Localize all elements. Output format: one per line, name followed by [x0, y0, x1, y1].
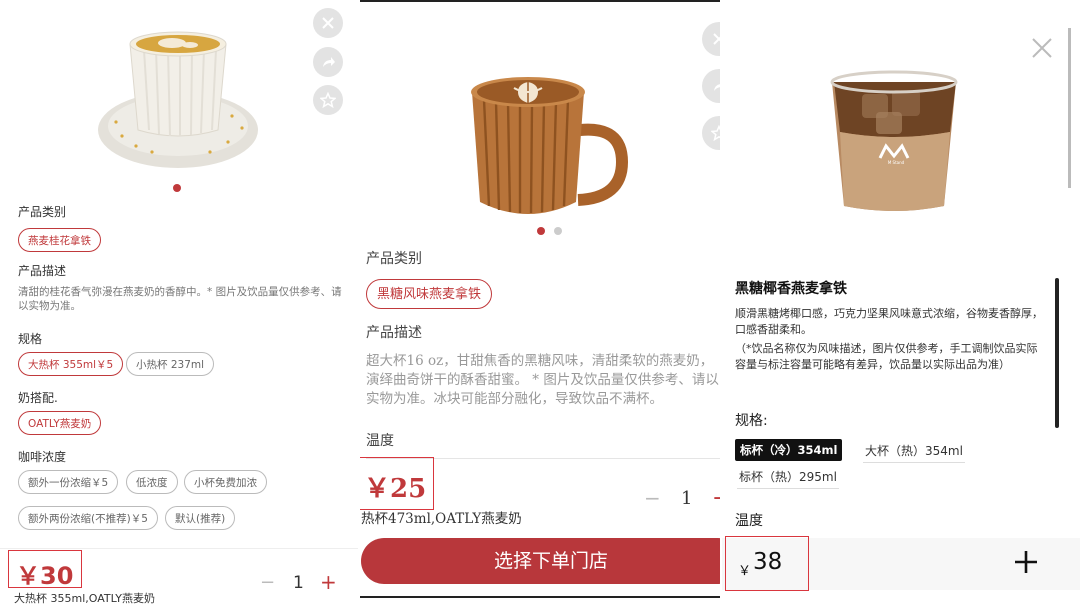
selection-summary: 热杯473ml,OATLY燕麦奶	[361, 511, 522, 527]
category-tag[interactable]: 燕麦桂花拿铁	[18, 228, 101, 252]
cup-logo-caption: M Stand	[887, 160, 905, 165]
bottom-divider	[0, 548, 358, 549]
product-panel-coconut: M Stand 黑糖椰香燕麦拿铁 顺滑黑糖烤椰口感，巧克力坚果风味意式浓缩，谷物…	[722, 0, 1080, 608]
strength-option-double-shot[interactable]: 额外两份浓缩(不推荐)￥5	[18, 506, 158, 530]
bottom-edge-line	[360, 596, 720, 598]
strength-option-low[interactable]: 低浓度	[126, 470, 178, 494]
minus-button[interactable]: −	[260, 572, 275, 593]
share-icon[interactable]	[313, 47, 343, 77]
currency-symbol: ￥	[738, 564, 752, 579]
description-title: 产品描述	[18, 264, 67, 278]
close-icon[interactable]	[702, 22, 720, 56]
description-text: 清甜的桂花香气弥漫在燕麦奶的香醇中。* 图片及饮品量仅供参考、请以实物为准。	[18, 286, 342, 312]
price: ￥25	[364, 474, 427, 504]
strength-option-free-boost[interactable]: 小杯免费加浓	[184, 470, 267, 494]
category-tag[interactable]: 黑糖风味燕麦拿铁	[366, 279, 493, 309]
coconut-latte-image	[830, 70, 958, 211]
osmanthus-latte-image	[98, 31, 258, 168]
star-icon[interactable]	[702, 116, 720, 150]
plus-button[interactable]: +	[320, 570, 337, 594]
plus-button[interactable]: +	[712, 486, 720, 511]
top-edge-line	[360, 0, 720, 2]
spec-option-large[interactable]: 大热杯 355ml￥5	[18, 352, 124, 376]
spec-option-hot-large[interactable]: 大杯（热）354ml	[863, 442, 965, 463]
product-panel-brown-sugar: 产品类别 黑糖风味燕麦拿铁 产品描述 超大杯16 oz，甘甜焦香的黑糖风味，清甜…	[360, 0, 720, 608]
spec-option-hot-standard[interactable]: 标杯（热）295ml	[737, 468, 839, 489]
star-icon[interactable]	[313, 85, 343, 115]
share-icon[interactable]	[702, 69, 720, 103]
temperature-title: 温度	[735, 513, 763, 529]
price: 38	[753, 549, 783, 575]
plus-button[interactable]	[1013, 549, 1039, 579]
spec-title: 规格:	[735, 413, 768, 429]
select-store-button[interactable]: 选择下单门店	[361, 538, 720, 584]
carousel-dot-active[interactable]	[537, 227, 545, 235]
category-title: 产品类别	[366, 251, 422, 267]
temperature-title: 温度	[366, 433, 394, 449]
description-title: 产品描述	[366, 325, 422, 341]
description-text: 超大杯16 oz，甘甜焦香的黑糖风味，清甜柔软的燕麦奶，演绎曲奇饼干的酥香甜蜜。…	[366, 353, 719, 407]
carousel-dot[interactable]	[554, 227, 562, 235]
selection-summary: 大热杯 355ml,OATLY燕麦奶	[14, 592, 156, 605]
close-icon[interactable]	[1030, 36, 1054, 64]
minus-button[interactable]: −	[644, 486, 661, 510]
spec-title: 规格	[18, 332, 43, 346]
product-name: 黑糖椰香燕麦拿铁	[735, 281, 847, 297]
spec-option-cold-standard[interactable]: 标杯（冷）354ml	[735, 439, 843, 461]
quantity-value: 1	[681, 488, 693, 509]
strength-option-default[interactable]: 默认(推荐)	[165, 506, 236, 530]
milk-title: 奶搭配.	[18, 391, 58, 405]
spec-option-small[interactable]: 小热杯 237ml	[126, 352, 215, 376]
product-panel-osmanthus: 产品类别 燕麦桂花拿铁 产品描述 清甜的桂花香气弥漫在燕麦奶的香醇中。* 图片及…	[0, 0, 358, 608]
quantity-value: 1	[293, 573, 304, 593]
price: ￥30	[16, 562, 74, 590]
product-description: 顺滑黑糖烤椰口感，巧克力坚果风味意式浓缩，谷物麦香醇厚，口感香甜柔和。	[735, 307, 1043, 336]
scrollbar[interactable]	[1055, 278, 1059, 428]
category-title: 产品类别	[18, 205, 67, 219]
close-icon[interactable]	[313, 8, 343, 38]
carousel-dot-active[interactable]	[173, 184, 181, 192]
strength-option-extra-shot[interactable]: 额外一份浓缩￥5	[18, 470, 119, 494]
brown-sugar-latte-image	[471, 77, 629, 214]
product-note: （*饮品名称仅为风味描述，图片仅供参考，手工调制饮品实际容量与标注容量可能略有差…	[735, 342, 1038, 371]
edge-line	[1068, 28, 1071, 188]
milk-option[interactable]: OATLY燕麦奶	[18, 411, 102, 435]
strength-title: 咖啡浓度	[18, 450, 67, 464]
